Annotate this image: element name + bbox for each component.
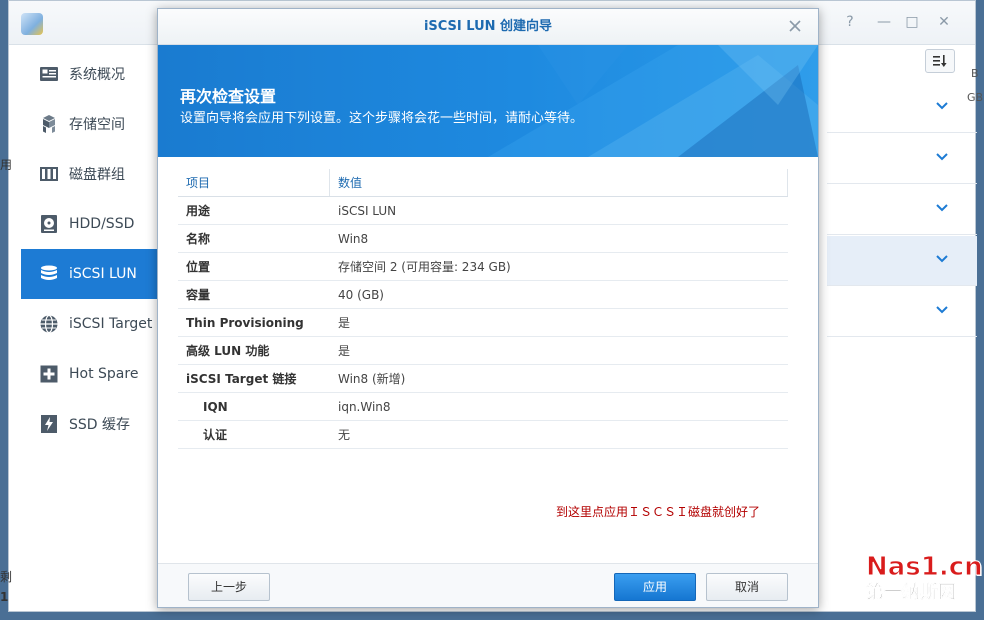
table-row: 位置 存储空间 2 (可用容量: 234 GB): [178, 253, 788, 281]
dialog-title: iSCSI LUN 创建向导: [158, 9, 818, 45]
column-header-value[interactable]: 数值: [330, 169, 788, 196]
row-key: 用途: [186, 204, 211, 218]
edge-fragment: 用: [0, 158, 13, 172]
row-key: 高级 LUN 功能: [186, 344, 270, 358]
globe-icon: [39, 314, 59, 334]
edge-fragment: B: [971, 67, 979, 80]
disk-group-icon: [39, 164, 59, 184]
storage-manager-app-icon: [21, 13, 43, 35]
iscsi-lun-wizard-dialog: iSCSI LUN 创建向导 再次检查设置 设置向导将会应用下列设置。这个步骤将…: [157, 8, 819, 608]
back-button[interactable]: 上一步: [188, 573, 270, 601]
row-key: 认证: [203, 428, 228, 442]
column-header-item[interactable]: 项目: [178, 169, 330, 196]
row-value: 无: [338, 428, 351, 442]
row-value: 是: [338, 316, 351, 330]
help-icon[interactable]: ?: [843, 15, 857, 29]
row-value: 40 (GB): [338, 288, 384, 302]
sidebar-item-label: 存储空间: [69, 117, 125, 133]
sidebar-item-label: 磁盘群组: [69, 167, 125, 183]
close-icon[interactable]: [788, 19, 802, 33]
list-item[interactable]: [827, 185, 977, 235]
overview-icon: [39, 64, 59, 84]
volume-list-panel: B GB: [827, 45, 983, 613]
edge-fragment: 1: [0, 590, 9, 604]
sidebar-item-label: SSD 缓存: [69, 417, 131, 433]
chevron-down-icon[interactable]: [935, 303, 949, 317]
row-value: Win8 (新增): [338, 372, 406, 386]
lun-icon: [39, 264, 59, 284]
sidebar-item-disk-group[interactable]: 磁盘群组: [21, 149, 169, 199]
row-value: 存储空间 2 (可用容量: 234 GB): [338, 260, 511, 274]
table-row: Thin Provisioning 是: [178, 309, 788, 337]
lightning-icon: [39, 414, 59, 434]
row-value: iSCSI LUN: [338, 204, 397, 218]
row-value: 是: [338, 344, 351, 358]
chevron-down-icon[interactable]: [935, 99, 949, 113]
maximize-icon[interactable]: □: [905, 15, 919, 29]
sidebar: 系统概况 存储空间 磁盘群组 HDD/SSD iSCSI LUN iSCSI T…: [21, 49, 169, 449]
sidebar-item-ssd-cache[interactable]: SSD 缓存: [21, 399, 169, 449]
sidebar-item-iscsi-target[interactable]: iSCSI Target: [21, 299, 169, 349]
list-item[interactable]: [827, 134, 977, 184]
list-item[interactable]: [827, 83, 977, 133]
hdd-icon: [39, 214, 59, 234]
table-row: 容量 40 (GB): [178, 281, 788, 309]
step-heading: 再次检查设置: [180, 87, 277, 106]
table-row: iSCSI Target 链接 Win8 (新增): [178, 365, 788, 393]
edge-fragment: 剩: [0, 570, 13, 584]
table-row: 认证 无: [178, 421, 788, 449]
table-row: 用途 iSCSI LUN: [178, 197, 788, 225]
table-row: IQN iqn.Win8: [178, 393, 788, 421]
sort-button[interactable]: [925, 49, 955, 73]
row-key: 位置: [186, 260, 211, 274]
table-header: 项目 数值: [178, 169, 788, 197]
sidebar-item-overview[interactable]: 系统概况: [21, 49, 169, 99]
edge-fragment: GB: [967, 91, 984, 104]
row-key: IQN: [203, 400, 228, 414]
wizard-banner: 再次检查设置 设置向导将会应用下列设置。这个步骤将会花一些时间，请耐心等待。: [158, 45, 818, 157]
annotation-text: 到这里点应用ＩＳＣＳＩ磁盘就创好了: [556, 505, 761, 519]
sidebar-item-label: iSCSI LUN: [69, 266, 137, 282]
sidebar-item-hot-spare[interactable]: Hot Spare: [21, 349, 169, 399]
volume-icon: [39, 114, 59, 134]
chevron-down-icon[interactable]: [935, 201, 949, 215]
site-watermark: Nas1.cn 第一纳斯网: [866, 552, 984, 604]
chevron-down-icon[interactable]: [935, 252, 949, 266]
table-row: 高级 LUN 功能 是: [178, 337, 788, 365]
list-item[interactable]: [827, 287, 977, 337]
list-item[interactable]: [827, 236, 977, 286]
sort-icon: [933, 55, 947, 67]
row-key: iSCSI Target 链接: [186, 372, 297, 386]
sidebar-item-label: iSCSI Target: [69, 316, 153, 332]
sidebar-item-volume[interactable]: 存储空间: [21, 99, 169, 149]
table-row: 名称 Win8: [178, 225, 788, 253]
row-value: iqn.Win8: [338, 400, 391, 414]
row-key: 名称: [186, 232, 211, 246]
minimize-icon[interactable]: —: [877, 15, 891, 29]
sidebar-item-label: 系统概况: [69, 67, 125, 83]
row-value: Win8: [338, 232, 369, 246]
step-subtitle: 设置向导将会应用下列设置。这个步骤将会花一些时间，请耐心等待。: [180, 111, 584, 126]
apply-button[interactable]: 应用: [614, 573, 696, 601]
close-window-icon[interactable]: ✕: [937, 15, 951, 29]
sidebar-item-label: HDD/SSD: [69, 216, 135, 232]
sidebar-item-hdd-ssd[interactable]: HDD/SSD: [21, 199, 169, 249]
plus-box-icon: [39, 364, 59, 384]
settings-summary-table: 项目 数值 用途 iSCSI LUN 名称 Win8 位置 存储空间 2 (可用容量:…: [178, 169, 788, 449]
sidebar-item-iscsi-lun[interactable]: iSCSI LUN: [21, 249, 169, 299]
cancel-button[interactable]: 取消: [706, 573, 788, 601]
row-key: 容量: [186, 288, 211, 302]
row-key: Thin Provisioning: [186, 316, 304, 330]
dialog-footer: 上一步 应用 取消: [158, 563, 818, 607]
sidebar-item-label: Hot Spare: [69, 366, 139, 382]
chevron-down-icon[interactable]: [935, 150, 949, 164]
